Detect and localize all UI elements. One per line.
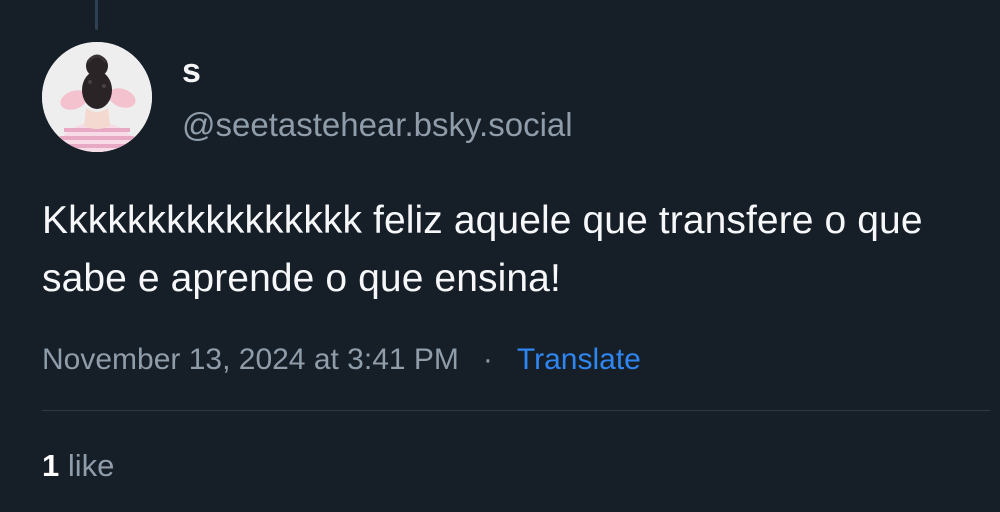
- post-meta-row: November 13, 2024 at 3:41 PM · Translate: [42, 340, 641, 380]
- author-avatar[interactable]: [42, 42, 152, 152]
- author-display-name[interactable]: s: [182, 52, 201, 90]
- translate-link[interactable]: Translate: [517, 340, 641, 380]
- meta-separator: ·: [482, 343, 493, 376]
- post-thread-item: s @seetastehear.bsky.social Kkkkkkkkkkkk…: [0, 0, 1000, 512]
- likes-label: like: [67, 448, 115, 483]
- post-timestamp[interactable]: November 13, 2024 at 3:41 PM: [42, 340, 459, 380]
- post-text: Kkkkkkkkkkkkkkkk feliz aquele que transf…: [42, 199, 923, 300]
- author-handle[interactable]: @seetastehear.bsky.social: [182, 106, 573, 144]
- likes-summary[interactable]: 1 like: [42, 446, 114, 486]
- thread-connector-line: [95, 0, 98, 30]
- likes-count: 1: [42, 448, 60, 483]
- divider: [42, 410, 990, 411]
- avatar-illustration-icon: [42, 42, 152, 152]
